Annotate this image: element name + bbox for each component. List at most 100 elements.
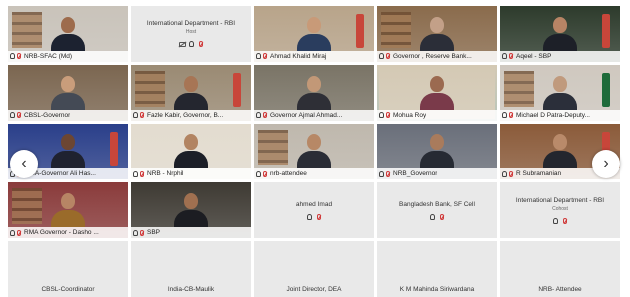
participant-tile[interactable]: Governor , Reserve Bank... <box>377 6 497 62</box>
participant-tile[interactable]: Michael D Patra-Deputy... <box>500 64 620 121</box>
camera-off-icon <box>179 41 186 47</box>
muted-microphone-icon <box>440 213 444 220</box>
microphone-icon <box>379 112 384 119</box>
next-page-button[interactable]: › <box>592 150 620 178</box>
muted-microphone-icon <box>263 112 267 119</box>
participant-tile[interactable]: NRB-SFAC (Md) <box>8 6 128 62</box>
previous-page-button[interactable]: ‹ <box>10 150 38 178</box>
muted-microphone-icon <box>386 112 390 119</box>
microphone-icon <box>502 170 507 177</box>
participant-name-bar: Mohua Roy <box>377 109 497 121</box>
muted-microphone-icon <box>17 112 21 119</box>
participant-name-bar: CBSL-Governor <box>8 109 128 121</box>
status-icons <box>430 213 444 220</box>
participant-tile[interactable]: India-CB-Maulik <box>131 241 251 297</box>
muted-microphone-icon <box>386 53 390 60</box>
muted-microphone-icon <box>17 53 21 60</box>
microphone-icon <box>10 53 15 60</box>
participant-tile[interactable]: nrb-attendee <box>254 123 374 180</box>
participant-name: RMA Governor - Dasho ... <box>24 229 99 237</box>
participant-name: NRB_Governor <box>393 170 438 178</box>
muted-microphone-icon <box>263 170 267 177</box>
participant-name-bar: nrb-attendee <box>254 168 374 180</box>
participant-name: International Department - RBI <box>146 20 236 28</box>
muted-microphone-icon <box>317 213 321 220</box>
participant-name: International Department - RBI <box>515 196 605 204</box>
microphone-icon <box>379 170 384 177</box>
microphone-icon <box>256 170 261 177</box>
participant-name-bar: NRB_Governor <box>377 168 497 180</box>
participant-name: R Subramanian <box>516 170 562 178</box>
microphone-icon <box>430 213 435 220</box>
participant-name: NRB- Attendee <box>538 285 582 293</box>
participant-tile[interactable]: K M Mahinda Siriwardana <box>377 241 497 297</box>
muted-microphone-icon <box>263 53 267 60</box>
participant-name: K M Mahinda Siriwardana <box>399 285 475 293</box>
participant-tile[interactable]: Joint Director, DEA <box>254 241 374 297</box>
participant-name-bar: Fazle Kabir, Governor, B... <box>131 109 251 121</box>
participant-tile[interactable]: ahmed Imad <box>254 182 374 239</box>
participant-name-bar: SBP <box>131 227 251 239</box>
participant-name: India-CB-Maulik <box>167 285 215 293</box>
participant-tile[interactable]: Mohua Roy <box>377 64 497 121</box>
participant-tile[interactable]: Governor Ajmal Ahmad... <box>254 64 374 121</box>
microphone-icon <box>10 229 15 236</box>
participant-tile[interactable]: NRB - Nrphil <box>131 123 251 180</box>
participant-tile[interactable]: NRB_Governor <box>377 123 497 180</box>
status-icons <box>553 217 567 224</box>
participant-tile[interactable]: NRB- Attendee <box>500 241 620 297</box>
participant-name: Governor , Reserve Bank... <box>393 52 472 60</box>
chevron-right-icon: › <box>603 155 609 172</box>
participant-tile[interactable]: Ahmad Khalid Miraj <box>254 6 374 62</box>
microphone-icon <box>133 170 138 177</box>
microphone-icon <box>133 112 138 119</box>
microphone-icon <box>307 213 312 220</box>
participant-tile[interactable]: CBSL-Governor <box>8 64 128 121</box>
participant-tile[interactable]: Bangladesh Bank, SF Cell <box>377 182 497 239</box>
participant-tile[interactable]: International Department - RBI Host <box>131 6 251 62</box>
microphone-icon <box>133 229 138 236</box>
participant-name: Mohua Roy <box>393 111 427 119</box>
participant-name-bar: RMA Governor - Dasho ... <box>8 227 128 239</box>
participant-name: CBSL-Governor <box>24 111 71 119</box>
microphone-icon <box>256 53 261 60</box>
participant-role: Host <box>185 29 197 36</box>
participant-tile[interactable]: RMA Governor - Dasho ... <box>8 182 128 239</box>
muted-microphone-icon <box>386 170 390 177</box>
muted-microphone-icon <box>509 53 513 60</box>
participant-name: Fazle Kabir, Governor, B... <box>147 111 224 119</box>
participant-name-bar: Governor Ajmal Ahmad... <box>254 109 374 121</box>
participant-name-bar: Governor , Reserve Bank... <box>377 50 497 62</box>
muted-microphone-icon <box>563 217 567 224</box>
status-icons <box>179 41 203 48</box>
participant-name-bar: NRB-SFAC (Md) <box>8 50 128 62</box>
microphone-icon <box>502 112 507 119</box>
participant-role: Cohost <box>552 205 568 212</box>
participant-name-bar: NRB - Nrphil <box>131 168 251 180</box>
microphone-icon <box>256 112 261 119</box>
muted-microphone-icon <box>140 170 144 177</box>
participant-tile[interactable]: SBP <box>131 182 251 239</box>
participant-name: Ahmad Khalid Miraj <box>270 52 327 60</box>
participant-name: Michael D Patra-Deputy... <box>516 111 590 119</box>
microphone-icon <box>10 112 15 119</box>
muted-microphone-icon <box>509 170 513 177</box>
microphone-icon <box>553 217 558 224</box>
participant-name: Governor Ajmal Ahmad... <box>270 111 343 119</box>
participant-name-bar: Aqeel - SBP <box>500 50 620 62</box>
muted-microphone-icon <box>140 229 144 236</box>
chevron-left-icon: ‹ <box>21 155 27 172</box>
video-gallery-grid: NRB-SFAC (Md) International Department - … <box>8 6 620 297</box>
participant-name: NRB - Nrphil <box>147 170 184 178</box>
participant-name: ahmed Imad <box>295 200 333 208</box>
participant-name-bar: Ahmad Khalid Miraj <box>254 50 374 62</box>
participant-name: SBP <box>147 229 161 237</box>
participant-tile[interactable]: Aqeel - SBP <box>500 6 620 62</box>
participant-name: Bangladesh Bank, SF Cell <box>399 200 475 208</box>
participant-name: nrb-attendee <box>270 170 307 178</box>
participant-name-bar: Michael D Patra-Deputy... <box>500 109 620 121</box>
microphone-icon <box>189 41 194 48</box>
participant-tile[interactable]: Fazle Kabir, Governor, B... <box>131 64 251 121</box>
participant-tile[interactable]: CBSL-Coordinator <box>8 241 128 297</box>
participant-tile[interactable]: International Department - RBI Cohost <box>500 182 620 239</box>
